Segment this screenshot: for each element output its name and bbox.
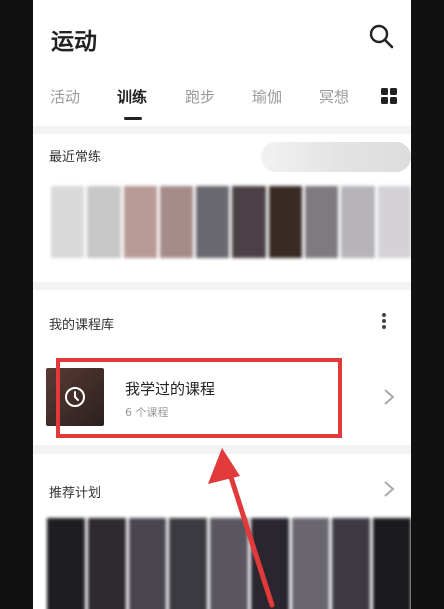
red-arrow-annotation: [208, 448, 275, 608]
plan-title: 推荐计划: [49, 486, 102, 501]
recent-section: 最近常练: [33, 134, 411, 282]
library-title: 我的课程库: [49, 318, 115, 333]
chevron-right-icon: [384, 389, 395, 405]
tab-training[interactable]: 训练: [117, 86, 147, 107]
tab-yoga[interactable]: 瑜伽: [252, 86, 282, 107]
tab-activity[interactable]: 活动: [50, 86, 80, 107]
highlight-annotation-box: [56, 358, 342, 438]
tab-meditation[interactable]: 冥想: [319, 86, 349, 107]
blurred-pill: [261, 142, 411, 172]
search-icon[interactable]: [367, 22, 395, 50]
recent-title: 最近常练: [49, 150, 102, 165]
active-tab-indicator: [124, 117, 142, 120]
tab-running[interactable]: 跑步: [185, 86, 215, 107]
app-header: 运动 活动 训练 跑步 瑜伽 冥想: [33, 0, 411, 126]
blurred-recent-thumbnails[interactable]: [51, 186, 411, 258]
more-vertical-icon[interactable]: [381, 312, 387, 330]
page-title: 运动: [51, 29, 97, 55]
chevron-right-icon[interactable]: [383, 480, 395, 498]
grid-icon[interactable]: [381, 88, 397, 104]
tab-bar: 活动 训练 跑步 瑜伽 冥想: [33, 86, 411, 120]
